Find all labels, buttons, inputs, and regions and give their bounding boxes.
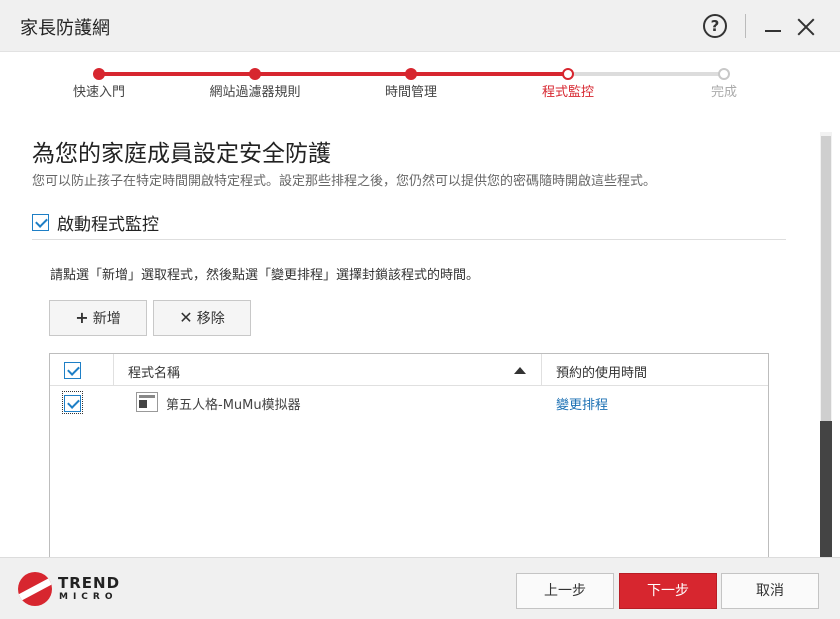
step-dot-4: [562, 68, 574, 80]
add-button-label: 新增: [92, 311, 121, 327]
remove-button-label: 移除: [196, 311, 225, 327]
program-table: 程式名稱 預約的使用時間 第五人格-MuMu模拟器 變更排程: [49, 353, 769, 558]
step-label-program-control: 程式監控: [541, 85, 595, 100]
title-bar: 家長防護網 ?: [0, 0, 840, 52]
step-connector: [255, 72, 411, 76]
title-separator: [745, 14, 746, 38]
logo-text-trend: TREND: [58, 574, 121, 592]
program-name: 第五人格-MuMu模拟器: [166, 398, 301, 413]
help-icon[interactable]: ?: [703, 14, 727, 38]
application-window-icon: [136, 392, 158, 412]
select-all-checkbox[interactable]: [64, 362, 81, 379]
trend-micro-ball-icon: [18, 572, 52, 606]
table-header: 程式名稱 預約的使用時間: [50, 354, 768, 386]
next-button[interactable]: 下一步: [619, 573, 717, 609]
cancel-button[interactable]: 取消: [721, 573, 819, 609]
minimize-icon[interactable]: [765, 30, 781, 32]
row-checkbox-wrapper[interactable]: [62, 391, 83, 414]
enable-program-control-checkbox[interactable]: [32, 214, 49, 231]
back-button[interactable]: 上一步: [516, 573, 614, 609]
step-dot-1: [93, 68, 105, 80]
instruction-text: 請點選「新增」選取程式，然後點選「變更排程」選擇封鎖該程式的時間。: [50, 268, 480, 283]
enable-program-control-label: 啟動程式監控: [57, 215, 159, 235]
close-icon[interactable]: [796, 17, 816, 37]
trend-micro-logo: TREND MICRO: [18, 572, 138, 608]
step-label-web-filter: 網站過濾器規則: [209, 85, 301, 100]
step-connector: [411, 72, 568, 76]
column-header-scheduled-time[interactable]: 預約的使用時間: [556, 362, 647, 381]
column-separator: [541, 354, 542, 386]
window-title: 家長防護網: [20, 18, 110, 39]
x-icon: ✕: [179, 308, 193, 327]
scrollbar-thumb[interactable]: [821, 136, 831, 421]
enable-program-control-row[interactable]: 啟動程式監控: [32, 210, 159, 236]
logo-text-micro: MICRO: [59, 592, 118, 602]
column-header-program-name[interactable]: 程式名稱: [128, 362, 180, 381]
plus-icon: +: [75, 308, 89, 327]
step-dot-3: [405, 68, 417, 80]
change-schedule-link[interactable]: 變更排程: [556, 394, 608, 413]
step-label-time-management: 時間管理: [384, 85, 438, 100]
page-description: 您可以防止孩子在特定時間開啟特定程式。設定那些排程之後，您仍然可以提供您的密碼隨…: [32, 174, 657, 189]
step-connector: [99, 72, 255, 76]
page-title: 為您的家庭成員設定安全防護: [32, 141, 331, 167]
section-divider: [32, 239, 786, 240]
scrollbar-lower-track[interactable]: [820, 421, 832, 557]
step-label-quick-start: 快速入門: [72, 85, 126, 100]
row-checkbox[interactable]: [64, 395, 81, 412]
footer-bar: TREND MICRO 上一步 下一步 取消: [0, 557, 840, 619]
table-row[interactable]: 第五人格-MuMu模拟器 變更排程: [50, 387, 768, 419]
sort-ascending-icon[interactable]: [514, 367, 526, 374]
remove-program-button[interactable]: ✕ 移除: [153, 300, 251, 336]
add-program-button[interactable]: + 新增: [49, 300, 147, 336]
step-label-done: 完成: [710, 85, 738, 100]
column-separator: [113, 354, 114, 386]
step-dot-5: [718, 68, 730, 80]
step-connector: [568, 72, 724, 76]
step-dot-2: [249, 68, 261, 80]
wizard-stepper: 快速入門 網站過濾器規則 時間管理 程式監控 完成: [0, 52, 840, 107]
